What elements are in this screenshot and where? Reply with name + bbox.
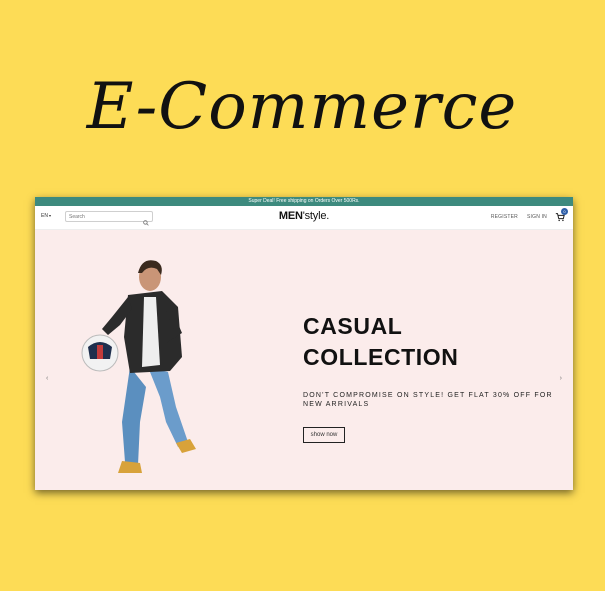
chevron-right-icon[interactable]: › bbox=[560, 375, 562, 382]
site-header: EN▾ MEN'style. REGISTER SIGN IN 0 bbox=[35, 206, 573, 230]
promo-bar: Super Deal! Free shipping on Orders Over… bbox=[35, 197, 573, 206]
slide-heading-line-2: COLLECTION bbox=[303, 344, 459, 370]
poster-title: E-Commerce bbox=[0, 40, 605, 150]
slide-subtitle: DON'T COMPROMISE ON STYLE! GET FLAT 30% … bbox=[303, 392, 553, 408]
promo-text: Super Deal! Free shipping on Orders Over… bbox=[248, 198, 360, 204]
sign-in-link[interactable]: SIGN IN bbox=[527, 214, 547, 220]
brand-name-bold: MEN bbox=[278, 210, 303, 222]
model-image bbox=[81, 260, 196, 473]
account-nav: REGISTER SIGN IN 0 bbox=[482, 208, 568, 222]
slide-heading: CASUAL COLLECTION bbox=[303, 311, 543, 373]
show-now-button[interactable]: show now bbox=[303, 427, 345, 443]
chevron-left-icon[interactable]: ‹ bbox=[46, 375, 48, 382]
register-link[interactable]: REGISTER bbox=[491, 214, 518, 220]
hero-slide: ‹ › CASUAL COLLECTION DON'T COMPROMISE O… bbox=[35, 230, 573, 490]
brand-name-rest: 'style. bbox=[302, 210, 330, 222]
website-screenshot: Super Deal! Free shipping on Orders Over… bbox=[35, 197, 573, 490]
poster-title-text: E-Commerce bbox=[86, 70, 518, 144]
cart-button[interactable]: 0 bbox=[555, 208, 568, 222]
cart-count-badge: 0 bbox=[561, 208, 568, 215]
slide-heading-line-1: CASUAL bbox=[303, 313, 403, 339]
